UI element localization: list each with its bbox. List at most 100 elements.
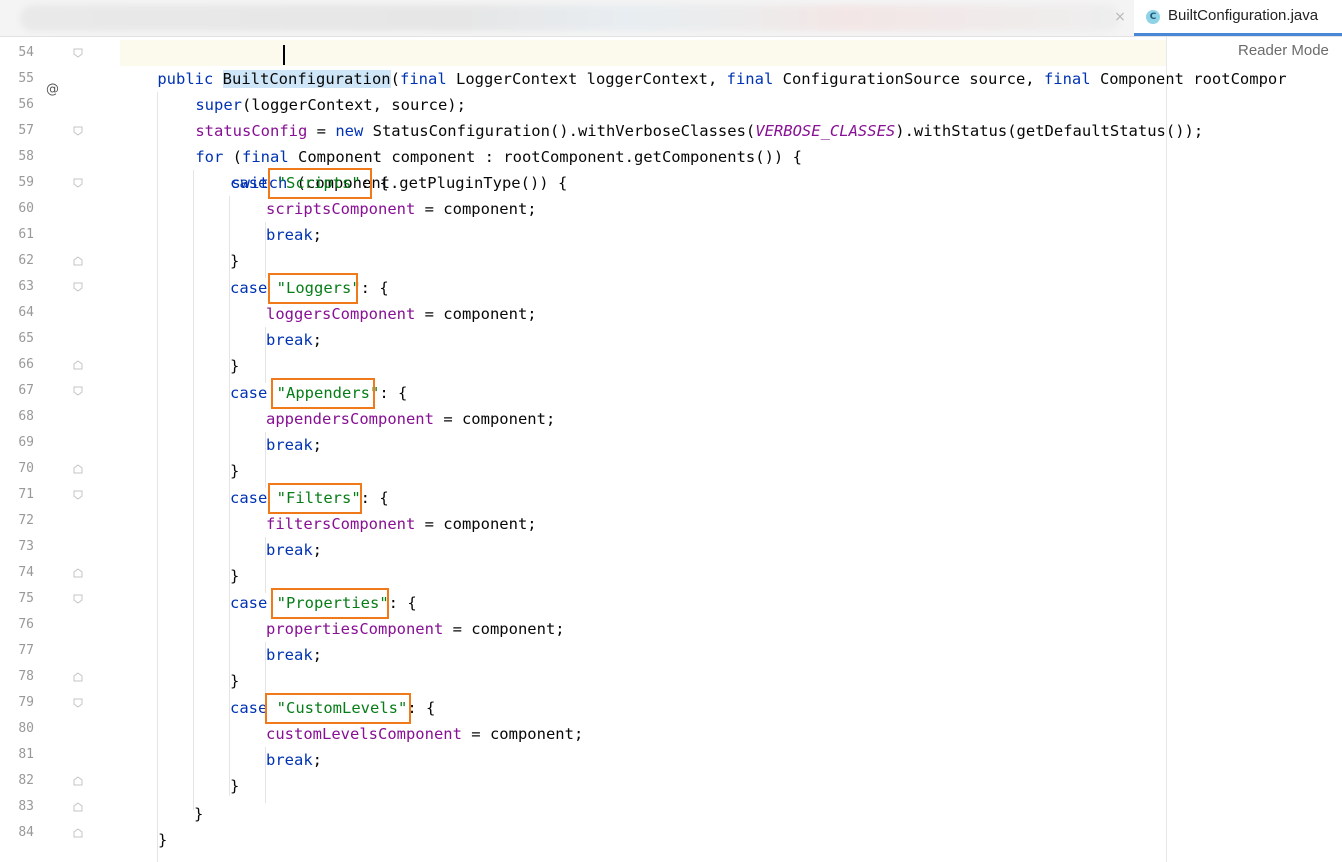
line-number: 60: [18, 201, 34, 216]
line-number: 83: [18, 799, 34, 814]
fold-expand-icon[interactable]: [73, 282, 83, 292]
right-margin-line: [1166, 37, 1167, 862]
line-number: 79: [18, 695, 34, 710]
code-line: }: [230, 668, 239, 694]
code-text: = component;: [433, 410, 556, 428]
line-number: 81: [18, 747, 34, 762]
line-number: 78: [18, 669, 34, 684]
keyword: case: [230, 489, 268, 507]
editor-tab-bar: × C BuiltConfiguration.java: [0, 0, 1342, 37]
code-line: }: [230, 773, 239, 799]
fold-collapse-icon[interactable]: [73, 464, 83, 474]
keyword: case: [230, 384, 268, 402]
code-line: break;: [266, 537, 322, 563]
keyword: break: [266, 226, 313, 244]
line-number: 82: [18, 773, 34, 788]
line-number: 70: [18, 461, 34, 476]
indent-guide: [193, 170, 194, 810]
params: (final LoggerContext loggerContext, fina…: [390, 70, 1287, 88]
fold-expand-icon[interactable]: [73, 594, 83, 604]
line-number: 80: [18, 721, 34, 736]
reader-mode-button[interactable]: Reader Mode: [1238, 42, 1329, 59]
line-number: 71: [18, 487, 34, 502]
line-number: 77: [18, 643, 34, 658]
fold-collapse-icon[interactable]: [73, 776, 83, 786]
indent-guide: [157, 92, 158, 862]
keyword: case: [230, 699, 268, 717]
line-number: 61: [18, 227, 34, 242]
code-line: break;: [266, 432, 322, 458]
field: filtersComponent: [266, 515, 416, 533]
code-line: break;: [266, 747, 322, 773]
fold-expand-icon[interactable]: [73, 48, 83, 58]
code-text: ;: [312, 751, 323, 769]
code-text: }: [230, 357, 240, 375]
line-number: 74: [18, 565, 34, 580]
code-line: customLevelsComponent = component;: [266, 721, 583, 747]
case-label-highlight-box: [271, 378, 375, 409]
code-text: }: [230, 777, 240, 795]
code-text: : {: [360, 279, 389, 297]
code-line: switch (component.getPluginType()) {: [194, 144, 567, 192]
fold-collapse-icon[interactable]: [73, 828, 83, 838]
line-number: 84: [18, 825, 34, 840]
keyword: break: [266, 541, 313, 559]
field: customLevelsComponent: [266, 725, 462, 743]
fold-expand-icon[interactable]: [73, 126, 83, 136]
fold-collapse-icon[interactable]: [73, 672, 83, 682]
line-number: 62: [18, 253, 34, 268]
close-tab-icon[interactable]: ×: [1112, 8, 1128, 26]
line-number: 65: [18, 331, 34, 346]
code-text: }: [230, 672, 240, 690]
fold-expand-icon[interactable]: [73, 490, 83, 500]
code-line: appendersComponent = component;: [266, 406, 555, 432]
keyword: case: [230, 174, 268, 192]
code-text: : {: [360, 489, 389, 507]
tab-builtconfiguration[interactable]: C BuiltConfiguration.java: [1134, 0, 1342, 36]
field: loggersComponent: [266, 305, 416, 323]
fold-collapse-icon[interactable]: [73, 568, 83, 578]
keyword: case: [230, 279, 268, 297]
keyword: break: [266, 331, 313, 349]
code-text: }: [230, 252, 240, 270]
keyword: break: [266, 751, 313, 769]
code-line: filtersComponent = component;: [266, 511, 537, 537]
fold-expand-icon[interactable]: [73, 178, 83, 188]
line-number: 67: [18, 383, 34, 398]
code-line: break;: [266, 327, 322, 353]
line-number: 55: [18, 71, 34, 86]
code-line: }: [158, 827, 167, 853]
annotation-marker-icon[interactable]: @: [46, 82, 59, 97]
line-number: 54: [18, 45, 34, 60]
code-text: }: [230, 462, 240, 480]
case-label-highlight-box: [265, 693, 411, 724]
code-text: ).withStatus(getDefaultStatus());: [895, 122, 1204, 140]
case-label-highlight-box: [268, 273, 358, 304]
keyword: final: [1043, 70, 1091, 88]
line-number: 56: [18, 97, 34, 112]
tab-label: BuiltConfiguration.java: [1168, 7, 1319, 24]
line-number: 59: [18, 175, 34, 190]
fold-collapse-icon[interactable]: [73, 360, 83, 370]
code-text: : {: [388, 594, 417, 612]
field: scriptsComponent: [266, 200, 416, 218]
code-editor[interactable]: public BuiltConfiguration(final LoggerCo…: [120, 37, 1287, 862]
code-line: }: [230, 563, 239, 589]
fold-expand-icon[interactable]: [73, 698, 83, 708]
fold-collapse-icon[interactable]: [73, 256, 83, 266]
code-line: propertiesComponent = component;: [266, 616, 565, 642]
line-number: 57: [18, 123, 34, 138]
code-text: ;: [312, 646, 323, 664]
editor-gutter: @ 54 55 56 57 58 59 60 61 62 63 64 65 66 67 68 69 70 71 72…: [0, 37, 120, 862]
code-line: scriptsComponent = component;: [266, 196, 537, 222]
line-number: 66: [18, 357, 34, 372]
keyword: break: [266, 436, 313, 454]
code-text: = component;: [415, 200, 537, 218]
code-line: }: [230, 458, 239, 484]
fold-expand-icon[interactable]: [73, 386, 83, 396]
code-text: : {: [407, 699, 436, 717]
line-number: 76: [18, 617, 34, 632]
keyword: final: [726, 70, 774, 88]
fold-collapse-icon[interactable]: [73, 802, 83, 812]
line-number: 72: [18, 513, 34, 528]
